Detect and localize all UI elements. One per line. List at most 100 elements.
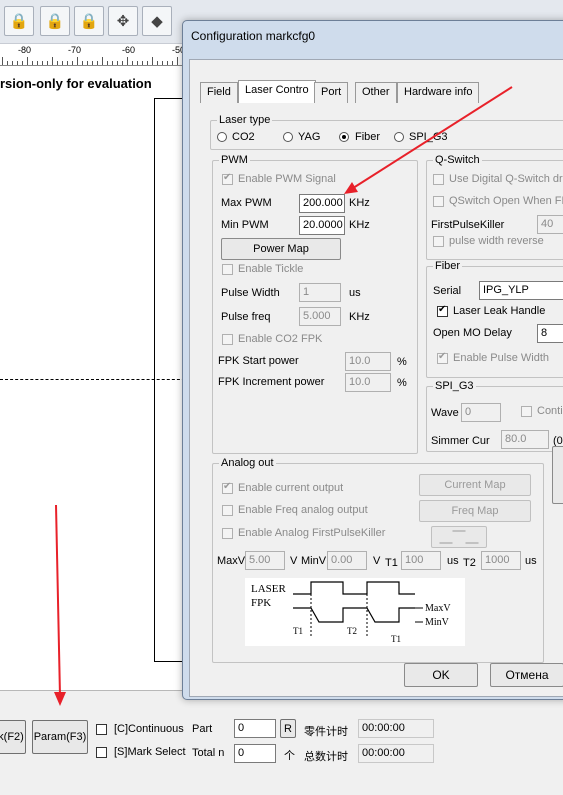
enable-analog-fpk-checkbox[interactable] (222, 528, 233, 539)
radio-fiber[interactable] (339, 132, 349, 142)
ruler-label: -80 (18, 45, 32, 55)
ruler-tick (157, 61, 158, 65)
ruler-tick (2, 57, 3, 65)
analog-out-title: Analog out (219, 457, 276, 469)
lock-icon[interactable]: 🔒 (40, 6, 70, 36)
minv-unit: V (373, 555, 381, 567)
continuous-mode-label: Conti (537, 405, 563, 417)
canvas-guide-line (0, 379, 190, 380)
ruler-tick (12, 61, 13, 65)
diagram-t2-label: T2 (347, 626, 357, 636)
tab-other[interactable]: Other (355, 82, 397, 103)
ruler-tick (132, 61, 133, 65)
min-pwm-input[interactable]: 20.0000 (299, 216, 345, 235)
pulse-waveform-icon[interactable]: ⎽⎺⎽ (431, 526, 487, 548)
enable-analog-fpk-label: Enable Analog FirstPulseKiller (238, 527, 386, 539)
tab-port[interactable]: Port (314, 82, 349, 103)
maxv-input[interactable]: 5.00 (245, 551, 285, 570)
analog-out-group: Analog out Enable current output Enable … (212, 457, 544, 663)
first-pulse-killer-input[interactable]: 40 (537, 215, 563, 234)
bottom-mark-panel: k(F2) Param(F3) [C]Continuous [S]Mark Se… (0, 690, 563, 795)
param-f3-button[interactable]: Param(F3) (32, 720, 88, 754)
total-count-field[interactable]: 0 (234, 744, 276, 763)
enable-co2-fpk-label: Enable CO2 FPK (238, 333, 323, 345)
ruler-tick (32, 61, 33, 65)
simmer-cur-input[interactable]: 80.0 (501, 430, 549, 449)
current-map-button[interactable]: Current Map (419, 474, 531, 496)
laser-leak-checkbox[interactable] (437, 304, 448, 317)
diagram-maxv-label: MaxV (425, 603, 451, 614)
power-map-button[interactable]: Power Map (221, 238, 341, 260)
mark-f2-button[interactable]: k(F2) (0, 720, 26, 754)
ruler-tick (72, 61, 73, 65)
use-digital-qswitch-checkbox[interactable] (433, 174, 444, 185)
max-pwm-input[interactable]: 200.000 (299, 194, 345, 213)
t2-unit: us (525, 555, 537, 567)
pulse-width-input[interactable]: 1 (299, 283, 341, 302)
fpk-increment-input[interactable]: 10.0 (345, 373, 391, 392)
enable-pwm-label: Enable PWM Signal (238, 173, 336, 185)
enable-freq-analog-checkbox[interactable] (222, 505, 233, 516)
ruler-tick (27, 57, 28, 65)
enable-pwm-checkbox[interactable] (222, 172, 233, 185)
ruler-tick (57, 61, 58, 65)
ruler-tick (117, 61, 118, 65)
evaluation-watermark: rsion-only for evaluation (0, 76, 152, 91)
fpk-start-input[interactable]: 10.0 (345, 352, 391, 371)
ruler-tick (22, 61, 23, 65)
serial-select[interactable]: IPG_YLP (479, 281, 563, 300)
ruler-tick (17, 61, 18, 65)
spi-g3-group: SPI_G3 Wave 0 Conti Simmer Cur 80.0 (0- (426, 380, 563, 452)
part-timer-field: 00:00:00 (358, 719, 434, 738)
open-mo-delay-label: Open MO Delay (433, 327, 512, 339)
ok-button[interactable]: OK (404, 663, 478, 687)
spi-g3-title: SPI_G3 (433, 380, 476, 392)
diagram-t1-label: T1 (293, 626, 303, 636)
ruler-tick (97, 61, 98, 65)
continuous-mode-checkbox[interactable] (521, 406, 532, 417)
radio-yag[interactable] (283, 132, 293, 142)
lock-icon[interactable]: 🔒 (4, 6, 34, 36)
freq-map-button[interactable]: Freq Map (419, 500, 531, 522)
pct-label: % (397, 356, 407, 368)
ruler-tick (167, 61, 168, 65)
fpk-timing-diagram: LASER FPK T1 T2 T1 MaxV MinV (245, 578, 465, 646)
continuous-checkbox[interactable] (96, 724, 107, 735)
t2-input[interactable]: 1000 (481, 551, 521, 570)
t1-input[interactable]: 100 (401, 551, 441, 570)
tab-hardware-info[interactable]: Hardware info (397, 82, 480, 103)
lock-object-icon[interactable]: 🔒 (74, 6, 104, 36)
ruler-tick (107, 61, 108, 65)
reset-part-button[interactable]: R (280, 719, 296, 738)
enable-co2-fpk-checkbox[interactable] (222, 334, 233, 345)
qswitch-open-checkbox[interactable] (433, 196, 444, 207)
tab-laser-control[interactable]: Laser Contro (238, 80, 316, 103)
paint-icon[interactable]: ◆ (142, 6, 172, 36)
wave-input[interactable]: 0 (461, 403, 501, 422)
pulse-width-reverse-checkbox[interactable] (433, 236, 444, 247)
dialog-body: Field Laser Contro Port Other Hardware i… (189, 59, 563, 697)
tab-field[interactable]: Field (200, 82, 238, 103)
open-mo-delay-input[interactable]: 8 (537, 324, 563, 343)
enable-tickle-label: Enable Tickle (238, 263, 304, 275)
ruler-label: -60 (122, 45, 136, 55)
t1-label: T1 (385, 557, 398, 569)
ruler-tick (122, 61, 123, 65)
pulse-freq-label: Pulse freq (221, 311, 271, 323)
radio-co2[interactable] (217, 132, 227, 142)
radio-spi-g3[interactable] (394, 132, 404, 142)
side-button[interactable] (552, 446, 563, 504)
cancel-button[interactable]: Отмена (490, 663, 563, 687)
pulse-freq-input[interactable]: 5.000 (299, 307, 341, 326)
wave-label: Wave (431, 407, 459, 419)
minv-input[interactable]: 0.00 (327, 551, 367, 570)
fpk-start-label: FPK Start power (218, 355, 299, 367)
enable-current-checkbox[interactable] (222, 481, 233, 494)
part-count-field[interactable]: 0 (234, 719, 276, 738)
enable-tickle-checkbox[interactable] (222, 264, 233, 275)
t1-unit: us (447, 555, 459, 567)
enable-pulse-width-checkbox[interactable] (437, 351, 448, 364)
diagram-fpk-label: FPK (251, 597, 271, 609)
mark-select-checkbox[interactable] (96, 747, 107, 758)
node-edit-icon[interactable]: ✥ (108, 6, 138, 36)
